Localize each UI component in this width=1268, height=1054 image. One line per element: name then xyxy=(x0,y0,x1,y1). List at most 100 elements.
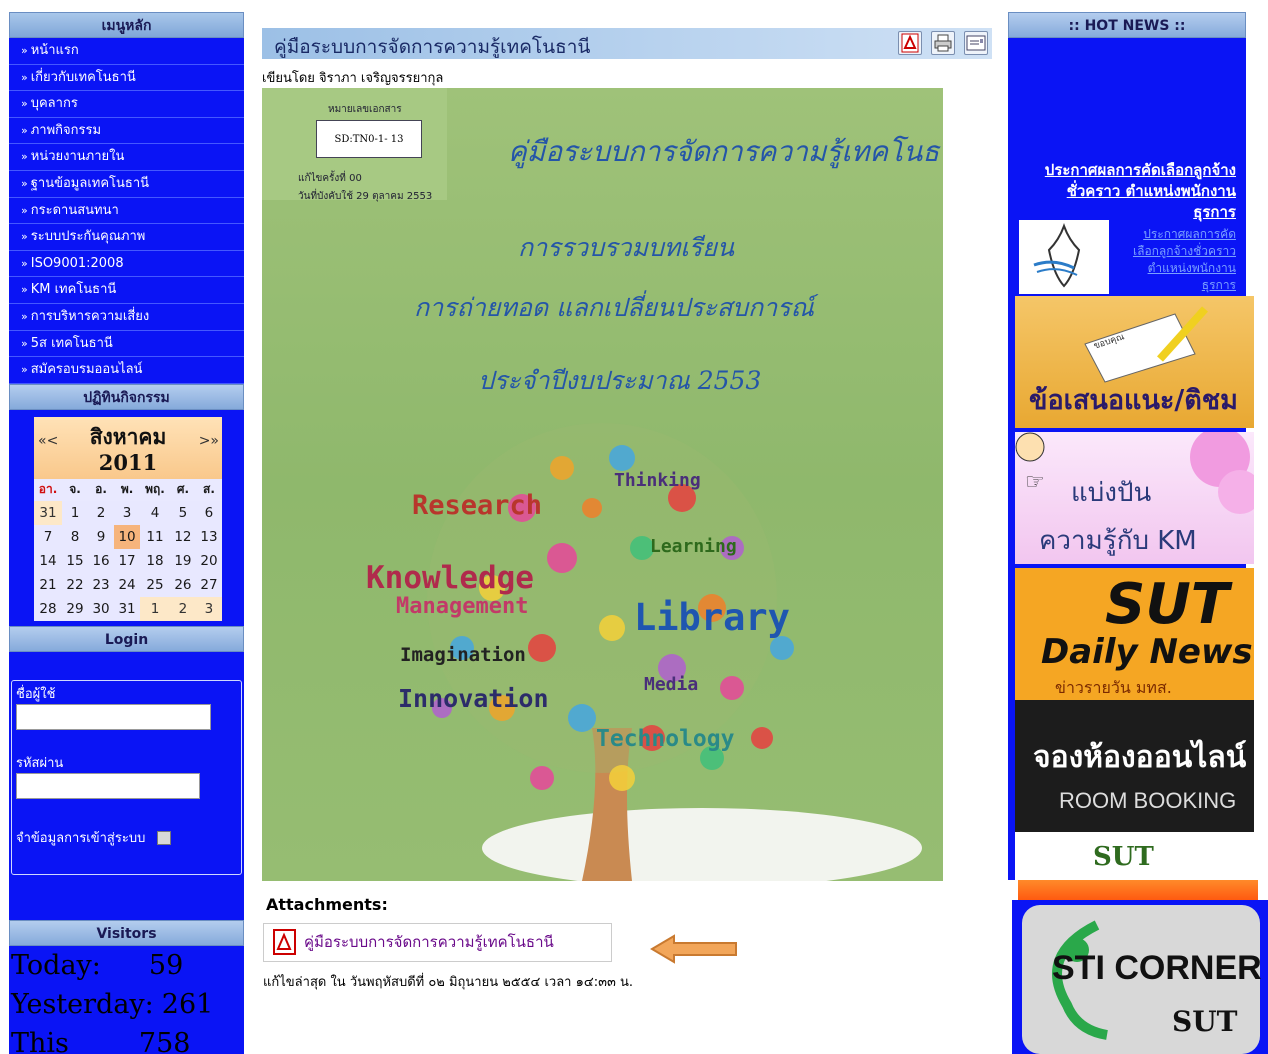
calendar-day[interactable]: 14 xyxy=(34,548,63,573)
double-chevron-icon: » xyxy=(21,256,28,270)
calendar-day[interactable]: 27 xyxy=(195,572,222,597)
double-chevron-icon: » xyxy=(21,176,28,190)
knowledge-tree-illustration xyxy=(427,423,922,881)
menu-item-iso[interactable]: » ISO9001:2008 xyxy=(9,250,244,278)
menu-item-training[interactable]: » สมัครอบรมออนไลน์ xyxy=(9,357,244,384)
room-booking-banner[interactable]: จองห้องออนไลน์ ROOM BOOKING xyxy=(1015,700,1254,832)
menu-item-database[interactable]: » ฐานข้อมูลเทคโนธานี xyxy=(9,170,244,198)
menu-item-label: 5ส เทคโนธานี xyxy=(30,335,113,351)
visitors-yesterday: Yesterday: 261 xyxy=(11,988,214,1020)
calendar-day[interactable]: 11 xyxy=(140,524,170,549)
calendar-day[interactable]: 19 xyxy=(169,548,196,573)
double-chevron-icon: » xyxy=(21,44,28,57)
calendar-day[interactable]: 17 xyxy=(114,548,141,573)
event-calendar: «< สิงหาคม 2011 >» อา. จ. อ. พ. พฤ. ศ. ส. 31 1 2… xyxy=(34,416,222,621)
remember-checkbox[interactable] xyxy=(157,831,172,846)
calendar-day[interactable]: 26 xyxy=(169,572,196,597)
calendar-day[interactable]: 25 xyxy=(140,572,170,597)
calendar-day[interactable]: 31 xyxy=(114,596,141,621)
main-menu: » หน้าแรก » เกี่ยวกับเทคโนธานี » บุคลากร » ภ… xyxy=(9,38,244,384)
calendar-day[interactable]: 10 xyxy=(114,524,141,549)
menu-item-staff[interactable]: » บุคลากร xyxy=(9,91,244,118)
calendar-weekday: จ. xyxy=(62,478,89,501)
menu-item-label: KM เทคโนธานี xyxy=(30,282,117,298)
calendar-title: ปฏิทินกิจกรรม xyxy=(9,383,244,410)
cover-image: หมายเลขเอกสาร SD:TN0-1- 13 แก้ไขครั้งที่… xyxy=(262,88,943,881)
calendar-day[interactable]: 16 xyxy=(88,548,115,573)
menu-item-internal-units[interactable]: » หน่วยงานภายใน xyxy=(9,144,244,171)
pdf-icon[interactable] xyxy=(898,31,922,55)
menu-item-km[interactable]: » KM เทคโนธานี xyxy=(9,277,244,304)
hot-news-link[interactable]: ประกาศผลการคัดเลือกลูกจ้างชั่วคราว ตำแหน… xyxy=(1036,160,1236,223)
calendar-weekday: อ. xyxy=(88,478,115,501)
menu-item-label: เกี่ยวกับเทคโนธานี xyxy=(30,69,136,85)
calendar-day[interactable]: 1 xyxy=(140,596,170,621)
password-input[interactable] xyxy=(16,772,200,799)
pdf-file-icon xyxy=(273,929,296,955)
hot-news-sublink[interactable]: ประกาศผลการคัดเลือกลูกจ้างชั่วคราว ตำแหน… xyxy=(1118,226,1236,294)
calendar-day[interactable]: 30 xyxy=(88,596,115,621)
print-icon[interactable] xyxy=(931,31,955,55)
calendar-day[interactable]: 4 xyxy=(140,500,170,525)
left-arrow-icon xyxy=(650,934,737,964)
calendar-day[interactable]: 24 xyxy=(114,572,141,597)
menu-item-label: ISO9001:2008 xyxy=(30,255,124,271)
calendar-day[interactable]: 1 xyxy=(62,500,89,525)
menu-item-label: กระดานสนทนา xyxy=(30,202,119,218)
main-menu-title: เมนูหลัก xyxy=(9,12,244,38)
calendar-day[interactable]: 7 xyxy=(34,524,63,549)
daily-news-banner[interactable]: SUT Daily News ข่าวรายวัน มทส. xyxy=(1015,568,1254,700)
calendar-day[interactable]: 3 xyxy=(114,500,141,525)
calendar-day[interactable]: 20 xyxy=(195,548,222,573)
suggestion-text: ข้อเสนอแนะ/ติชม xyxy=(1029,385,1238,416)
calendar-weekday: ส. xyxy=(195,478,222,501)
visitors-this: This 758 xyxy=(11,1027,191,1054)
calendar-day[interactable]: 18 xyxy=(140,548,170,573)
calendar-day[interactable]: 22 xyxy=(62,572,89,597)
calendar-day[interactable]: 8 xyxy=(62,524,89,549)
calendar-day[interactable]: 12 xyxy=(169,524,196,549)
main-content: คู่มือระบบการจัดการความรู้เทคโนธานี เขีย… xyxy=(262,28,992,88)
calendar-day[interactable]: 29 xyxy=(62,596,89,621)
menu-item-activities[interactable]: » ภาพกิจกรรม xyxy=(9,117,244,145)
calendar-day[interactable]: 6 xyxy=(195,500,222,525)
username-label: ชื่อผู้ใช้ xyxy=(16,686,56,702)
calendar-day[interactable]: 28 xyxy=(34,596,63,621)
double-chevron-icon: » xyxy=(21,283,28,297)
login-title: Login xyxy=(9,625,244,652)
email-icon[interactable] xyxy=(964,31,988,55)
calendar-day[interactable]: 31 xyxy=(34,500,63,525)
menu-item-about[interactable]: » เกี่ยวกับเทคโนธานี xyxy=(9,64,244,92)
menu-item-5s[interactable]: » 5ส เทคโนธานี xyxy=(9,330,244,358)
calendar-day[interactable]: 3 xyxy=(195,596,222,621)
calendar-day[interactable]: 2 xyxy=(169,596,196,621)
calendar-day[interactable]: 23 xyxy=(88,572,115,597)
menu-item-forum[interactable]: » กระดานสนทนา xyxy=(9,197,244,225)
attachment-link[interactable]: คู่มือระบบการจัดการความรู้เทคโนธานี xyxy=(263,923,612,962)
calendar-day[interactable]: 9 xyxy=(88,524,115,549)
sut-banner[interactable]: SUT xyxy=(1015,832,1254,880)
km-share-banner[interactable]: ☞ แบ่งปัน ความรู้กับ KM xyxy=(1015,432,1254,564)
menu-item-label: สมัครอบรมออนไลน์ xyxy=(30,362,143,378)
calendar-weekday: ศ. xyxy=(169,478,196,501)
attachment-name: คู่มือระบบการจัดการความรู้เทคโนธานี xyxy=(304,933,554,951)
calendar-day[interactable]: 21 xyxy=(34,572,63,597)
article-title: คู่มือระบบการจัดการความรู้เทคโนธานี xyxy=(274,36,591,58)
menu-item-label: บุคลากร xyxy=(30,96,78,112)
sti-corner-banner[interactable]: STI CORNER SUT xyxy=(1012,900,1268,1054)
calendar-day[interactable]: 5 xyxy=(169,500,196,525)
calendar-day[interactable]: 13 xyxy=(195,524,222,549)
password-label: รหัสผ่าน xyxy=(16,755,64,771)
calendar-year: 2011 xyxy=(98,449,158,475)
suggestion-banner[interactable]: ขอบคุณ ข้อเสนอแนะ/ติชม xyxy=(1015,296,1254,428)
menu-item-qa[interactable]: » ระบบประกันคุณภาพ xyxy=(9,224,244,251)
username-input[interactable] xyxy=(16,703,211,730)
calendar-day[interactable]: 15 xyxy=(62,548,89,573)
visitors-title: Visitors xyxy=(9,919,244,946)
hand-pointer-icon: ☞ xyxy=(1025,470,1045,495)
menu-item-home[interactable]: » หน้าแรก xyxy=(9,38,244,65)
calendar-day[interactable]: 2 xyxy=(88,500,115,525)
calendar-next-button[interactable]: >» xyxy=(199,433,219,449)
left-sidebar: เมนูหลัก » หน้าแรก » เกี่ยวกับเทคโนธานี » บ… xyxy=(9,12,244,1054)
menu-item-risk[interactable]: » การบริหารความเสี่ยง xyxy=(9,303,244,331)
